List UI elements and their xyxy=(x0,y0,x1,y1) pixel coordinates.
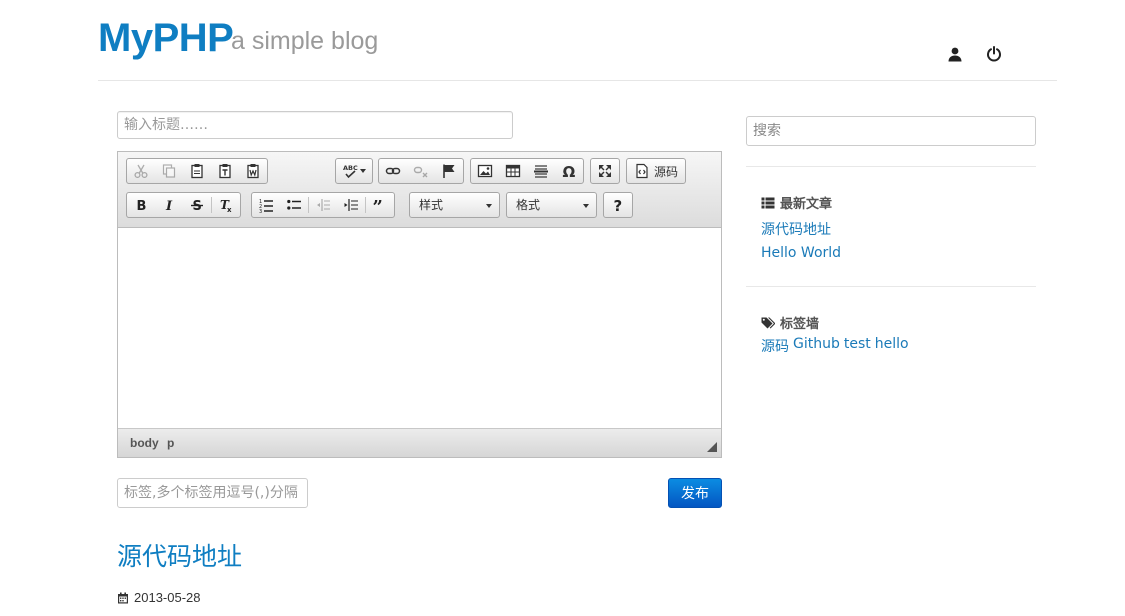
outdent-icon[interactable] xyxy=(309,193,337,217)
editor-status-bar: body p xyxy=(118,428,721,457)
tag-link[interactable]: Github xyxy=(793,336,840,356)
post-date: 2013-05-28 xyxy=(117,590,201,606)
post-title-link[interactable]: 源代码地址 xyxy=(117,540,242,574)
rich-text-editor: ABC Ω 源码 B I S xyxy=(117,151,722,458)
recent-posts-heading: 最新文章 xyxy=(761,193,832,212)
bulleted-list-icon[interactable] xyxy=(280,193,308,217)
source-group: 源码 xyxy=(626,158,687,184)
style-combo[interactable]: 样式 xyxy=(409,192,500,218)
paste-text-icon[interactable] xyxy=(211,159,239,183)
element-path-p[interactable]: p xyxy=(167,429,174,457)
tag-link[interactable]: 源码 xyxy=(761,336,789,356)
unlink-icon[interactable] xyxy=(407,159,435,183)
power-icon[interactable] xyxy=(986,46,1002,62)
cut-icon[interactable] xyxy=(127,159,155,183)
site-tagline: a simple blog xyxy=(231,27,379,55)
site-logo[interactable]: MyPHP xyxy=(98,14,234,62)
resize-handle[interactable] xyxy=(707,442,717,452)
tag-link[interactable]: hello xyxy=(875,336,909,356)
italic-icon[interactable]: I xyxy=(155,193,183,217)
element-path-body[interactable]: body xyxy=(130,429,159,457)
copy-icon[interactable] xyxy=(155,159,183,183)
style-combo-label: 样式 xyxy=(419,198,444,212)
links-group xyxy=(378,158,464,184)
blockquote-icon[interactable]: ” xyxy=(366,193,394,217)
indent-icon[interactable] xyxy=(337,193,365,217)
post-date-text: 2013-05-28 xyxy=(134,590,201,605)
paste-icon[interactable] xyxy=(183,159,211,183)
help-icon[interactable]: ? xyxy=(604,193,632,217)
anchor-icon[interactable] xyxy=(435,159,463,183)
source-button[interactable]: 源码 xyxy=(627,159,685,183)
spellcheck-group: ABC xyxy=(335,158,373,184)
view-group xyxy=(590,158,620,184)
chevron-down-icon xyxy=(486,204,492,208)
help-group: ? xyxy=(603,192,633,218)
tag-cloud: 源码 Github test hello xyxy=(761,336,909,356)
sidebar-divider xyxy=(746,286,1036,287)
editor-content-area[interactable] xyxy=(118,228,721,428)
bold-icon[interactable]: B xyxy=(127,193,155,217)
list-group: 123 ” xyxy=(251,192,395,218)
svg-text:”: ” xyxy=(373,197,383,213)
svg-text:Ω: Ω xyxy=(563,163,576,179)
table-icon[interactable] xyxy=(499,159,527,183)
spellcheck-icon[interactable]: ABC xyxy=(336,159,372,183)
maximize-icon[interactable] xyxy=(591,159,619,183)
svg-text:B: B xyxy=(137,199,147,213)
editor-toolbar: ABC Ω 源码 B I S xyxy=(118,152,721,228)
sidebar-divider xyxy=(746,166,1036,167)
calendar-icon xyxy=(118,592,128,604)
basic-styles-group: B I S Tx xyxy=(126,192,241,218)
numbered-list-icon[interactable]: 123 xyxy=(252,193,280,217)
post-title-input[interactable] xyxy=(117,111,513,139)
link-icon[interactable] xyxy=(379,159,407,183)
recent-posts-title: 最新文章 xyxy=(780,197,833,212)
svg-text:?: ? xyxy=(614,197,623,213)
recent-post-link[interactable]: 源代码地址 xyxy=(761,219,831,239)
site-header: MyPHP a simple blog xyxy=(98,10,1057,81)
tags-icon xyxy=(761,317,775,328)
paste-word-icon[interactable] xyxy=(239,159,267,183)
svg-text:ABC: ABC xyxy=(343,164,358,172)
horizontal-rule-icon[interactable] xyxy=(527,159,555,183)
svg-text:3: 3 xyxy=(259,209,262,213)
publish-button[interactable]: 发布 xyxy=(668,478,722,508)
list-icon xyxy=(761,197,775,208)
clipboard-group xyxy=(126,158,268,184)
tag-link[interactable]: test xyxy=(844,336,871,356)
source-label: 源码 xyxy=(654,164,679,179)
recent-post-link[interactable]: Hello World xyxy=(761,245,841,261)
source-icon xyxy=(636,163,648,179)
user-icon[interactable] xyxy=(947,46,963,62)
search-input[interactable] xyxy=(746,116,1036,146)
special-char-icon[interactable]: Ω xyxy=(555,159,583,183)
tag-cloud-title: 标签墙 xyxy=(780,317,820,332)
image-icon[interactable] xyxy=(471,159,499,183)
insert-group: Ω xyxy=(470,158,584,184)
tag-cloud-heading: 标签墙 xyxy=(761,313,819,332)
tags-input[interactable] xyxy=(117,478,308,508)
chevron-down-icon xyxy=(583,204,589,208)
strike-icon[interactable]: S xyxy=(183,193,211,217)
format-combo-label: 格式 xyxy=(516,198,541,212)
svg-text:x: x xyxy=(227,206,232,213)
remove-format-icon[interactable]: Tx xyxy=(212,193,240,217)
svg-text:I: I xyxy=(165,199,173,213)
format-combo[interactable]: 格式 xyxy=(506,192,597,218)
